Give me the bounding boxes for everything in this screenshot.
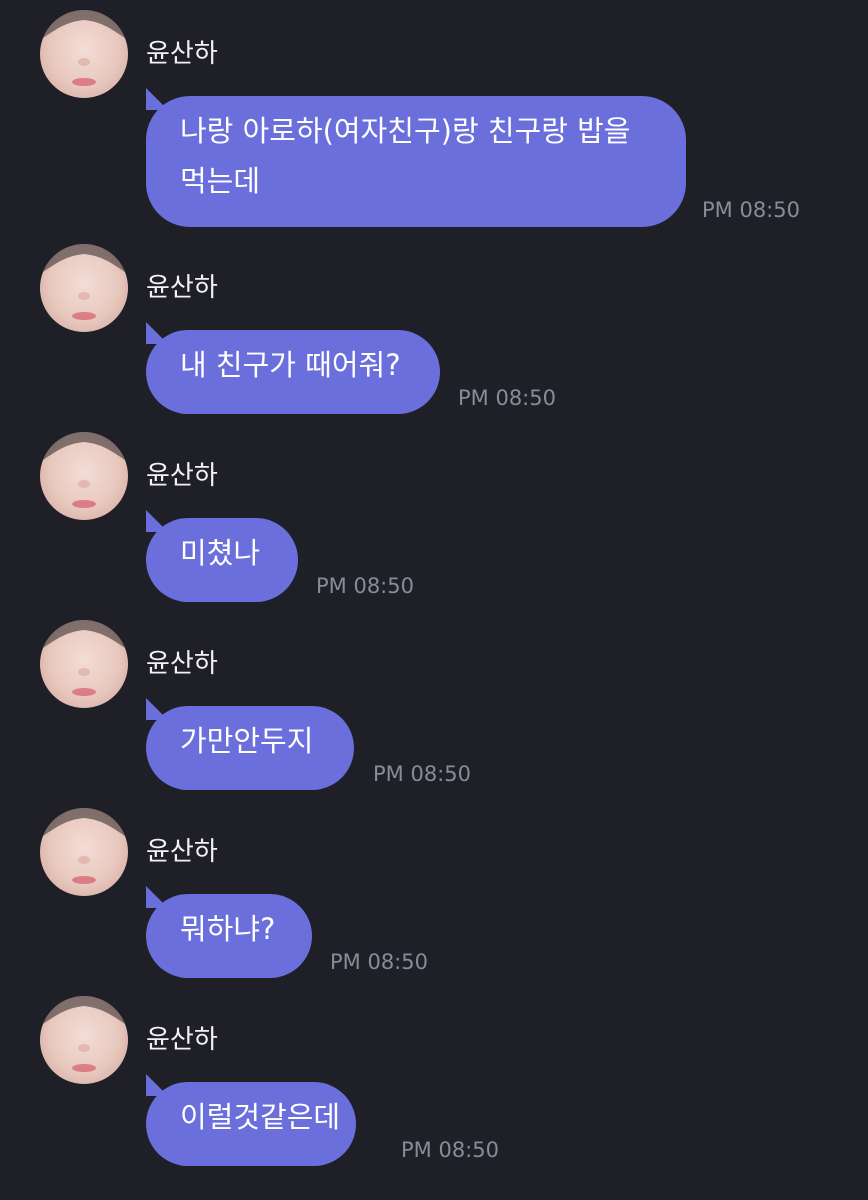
sender-name: 윤산하 [146, 649, 218, 679]
avatar-face-icon [40, 996, 128, 1072]
message-timestamp: PM 08:50 [458, 386, 556, 410]
sender-name: 윤산하 [146, 1025, 218, 1055]
avatar[interactable] [40, 996, 128, 1084]
sender-name: 윤산하 [146, 273, 218, 303]
avatar-face-icon [40, 620, 128, 696]
avatar-face-icon [40, 808, 128, 884]
avatar[interactable] [40, 620, 128, 708]
sender-name: 윤산하 [146, 837, 218, 867]
avatar[interactable] [40, 244, 128, 332]
message-timestamp: PM 08:50 [373, 762, 471, 786]
message-timestamp: PM 08:50 [316, 574, 414, 598]
message-bubble[interactable]: 가만안두지 [146, 706, 354, 790]
avatar[interactable] [40, 10, 128, 98]
message-timestamp: PM 08:50 [702, 198, 800, 222]
avatar-face-icon [40, 244, 128, 320]
message-bubble[interactable]: 미쳤나 [146, 518, 298, 602]
message-bubble[interactable]: 이럴것같은데 [146, 1082, 356, 1166]
sender-name: 윤산하 [146, 39, 218, 69]
message-bubble[interactable]: 뭐하냐? [146, 894, 312, 978]
avatar-face-icon [40, 10, 128, 86]
chat-thread[interactable]: 윤산하 나랑 아로하(여자친구)랑 친구랑 밥을 먹는데 PM 08:50 윤산… [0, 0, 868, 1200]
message-timestamp: PM 08:50 [401, 1138, 499, 1162]
message-timestamp: PM 08:50 [330, 950, 428, 974]
avatar[interactable] [40, 432, 128, 520]
sender-name: 윤산하 [146, 461, 218, 491]
message-bubble[interactable]: 내 친구가 때어줘? [146, 330, 440, 414]
message-bubble[interactable]: 나랑 아로하(여자친구)랑 친구랑 밥을 먹는데 [146, 96, 686, 227]
avatar-face-icon [40, 432, 128, 508]
avatar[interactable] [40, 808, 128, 896]
